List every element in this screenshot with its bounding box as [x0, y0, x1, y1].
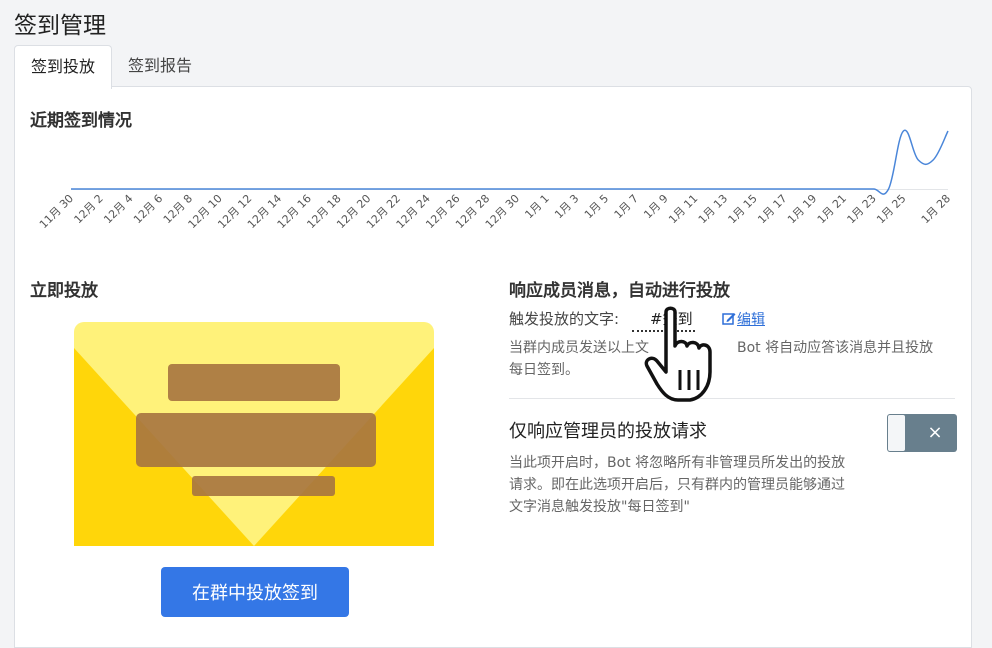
hand-pointer-icon [644, 306, 712, 402]
toggle-knob [888, 415, 905, 451]
recent-checkin-chart: 11月 3012月 212月 412月 612月 812月 1012月 1212… [37, 129, 953, 231]
letter-line-1 [168, 364, 340, 401]
chart-tick-label: 1月 13 [696, 192, 730, 226]
chart-tick-label: 1月 25 [874, 192, 908, 226]
trigger-text-label: 触发投放的文字: [509, 310, 620, 328]
admin-only-description-1: 当此项开启时，Bot 将忽略所有非管理员所发出的投放 [509, 455, 846, 471]
envelope-illustration [74, 322, 434, 546]
page-title: 签到管理 [14, 13, 106, 39]
chart-tick-label: 1月 28 [919, 192, 953, 226]
letter-line-2 [136, 413, 376, 467]
chart-tick-label: 12月 6 [131, 192, 165, 226]
chart-tick-label: 1月 1 [522, 192, 551, 221]
auto-delivery-description-2: 每日签到。 [509, 362, 579, 378]
tab-checkin-report[interactable]: 签到报告 [114, 45, 206, 87]
tab-checkin-delivery[interactable]: 签到投放 [14, 45, 112, 89]
chart-tick-label: 12月 2 [72, 192, 106, 226]
admin-only-toggle[interactable]: × [887, 414, 957, 452]
chart-tick-label: 1月 19 [785, 192, 819, 226]
chart-tick-label: 12月 4 [101, 192, 135, 226]
admin-only-description-2: 请求。即在此选项开启后，只有群内的管理员能够通过 [509, 477, 845, 493]
chart-tick-label: 1月 21 [815, 192, 849, 226]
chart-tick-label: 1月 17 [755, 192, 789, 226]
chart-tick-label: 11月 30 [37, 192, 76, 231]
chart-tick-label: 1月 11 [666, 192, 700, 226]
chart-tick-label: 1月 15 [726, 192, 760, 226]
chart-tick-label: 1月 23 [845, 192, 879, 226]
edit-trigger-link[interactable]: 编辑 [737, 309, 765, 329]
section-divider [509, 398, 955, 399]
auto-delivery-title: 响应成员消息，自动进行投放 [509, 281, 730, 301]
deliver-checkin-button[interactable]: 在群中投放签到 [161, 567, 349, 617]
content-panel: 近期签到情况 11月 30 12月 2 12月 4 12月 6 12月 8 12月 10 1… [14, 86, 972, 648]
admin-only-title: 仅响应管理员的投放请求 [509, 421, 707, 442]
instant-delivery-title: 立即投放 [30, 281, 98, 301]
chart-series-line [71, 129, 949, 195]
chart-tick-label: 1月 3 [552, 192, 581, 221]
chart-tick-label: 1月 5 [582, 192, 611, 221]
chart-tick-label: 1月 7 [612, 192, 641, 221]
auto-delivery-description-1: 当群内成员发送以上文 [509, 340, 649, 356]
letter-line-3 [192, 476, 335, 496]
admin-only-description-3: 文字消息触发投放"每日签到" [509, 499, 690, 515]
auto-delivery-description-1b: Bot 将自动应答该消息并且投放 [737, 340, 934, 356]
close-icon: × [927, 422, 943, 443]
